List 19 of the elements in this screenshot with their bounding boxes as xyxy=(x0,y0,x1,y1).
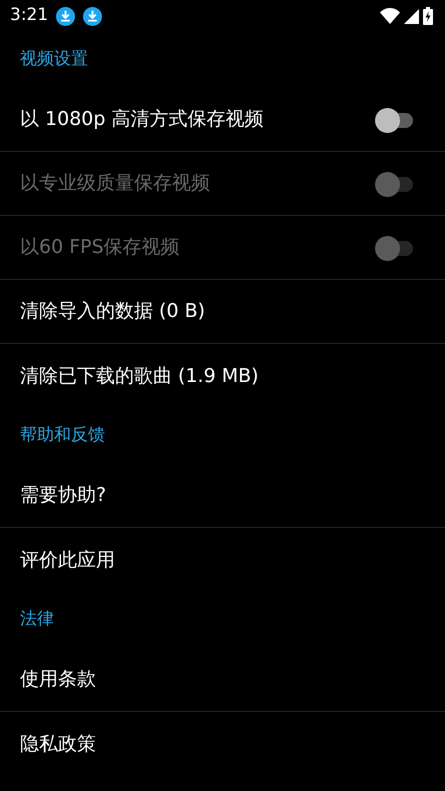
setting-label: 以 1080p 高清方式保存视频 xyxy=(20,107,264,132)
section-header: 帮助和反馈 xyxy=(19,424,106,448)
signal-icon xyxy=(404,8,419,24)
status-time: 3:21 xyxy=(10,4,48,28)
setting-label: 以60 FPS保存视频 xyxy=(20,235,180,260)
section-header: 法律 xyxy=(19,608,55,632)
download-icon[interactable] xyxy=(56,6,76,26)
settings-row[interactable]: 隐私政策 xyxy=(0,712,445,776)
settings-row[interactable]: 需要协助? xyxy=(0,464,445,528)
battery-charging-icon xyxy=(423,7,433,25)
settings-row[interactable]: 使用条款 xyxy=(0,648,445,712)
download-icon[interactable] xyxy=(83,6,102,26)
setting-label: 以专业级质量保存视频 xyxy=(20,171,210,196)
settings-row[interactable]: 清除已下载的歌曲 (1.9 MB) xyxy=(0,344,445,408)
settings-row[interactable]: 清除导入的数据 (0 B) xyxy=(0,280,445,344)
section-header: 视频设置 xyxy=(19,48,89,72)
toggle-switch[interactable] xyxy=(375,106,415,134)
settings-row[interactable]: 评价此应用 xyxy=(0,528,445,592)
wifi-icon xyxy=(380,8,400,24)
